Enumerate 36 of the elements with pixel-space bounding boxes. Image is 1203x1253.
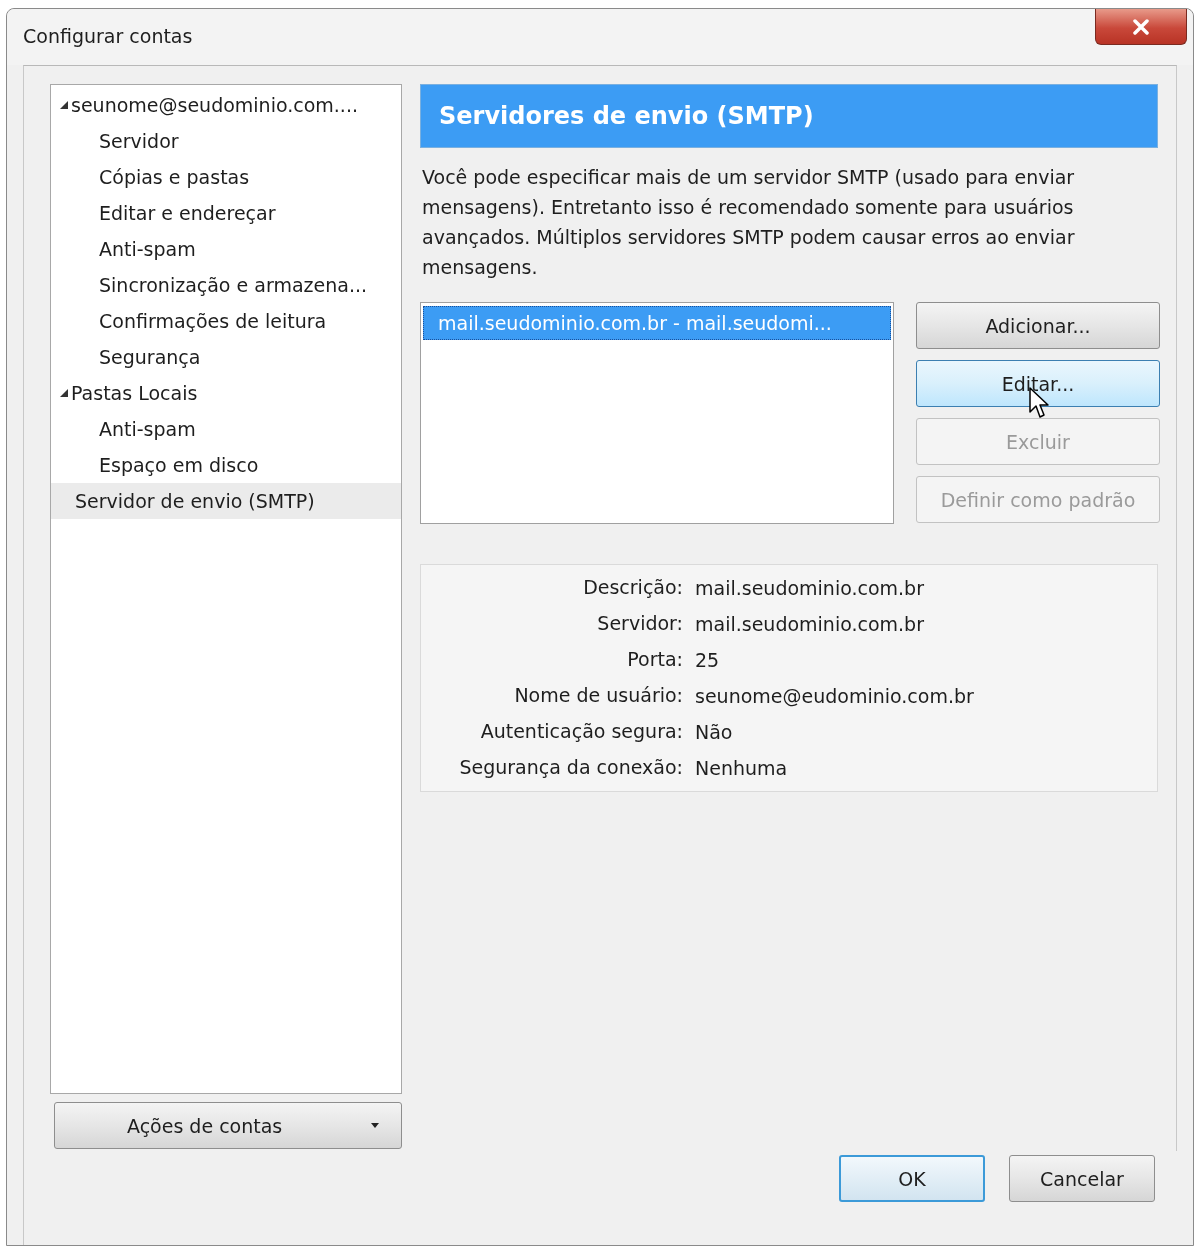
tree-item[interactable]: Editar e endereçar <box>51 195 401 231</box>
dialog-button[interactable]: Cancelar <box>1009 1155 1155 1202</box>
tree-item[interactable]: Espaço em disco <box>51 447 401 483</box>
server-action-button[interactable]: Adicionar... <box>916 302 1160 349</box>
detail-value: mail.seudominio.com.br <box>695 576 925 601</box>
detail-value: seunome@eudominio.com.br <box>695 684 975 709</box>
tree-item[interactable]: Confirmações de leitura <box>51 303 401 339</box>
detail-value: Não <box>695 720 734 745</box>
panel-header: Servidores de envio (SMTP) <box>420 84 1158 148</box>
detail-value: mail.seudominio.com.br <box>695 612 925 637</box>
description-text: Você pode especificar mais de um servidor SMTP (usado para enviar mensagens). Entretanto isso é recomendado somente para usuários avançados. Múltiplos servidores SMTP podem causar erros ao enviar mensagens. <box>422 165 1076 280</box>
close-button[interactable] <box>1095 9 1187 45</box>
dialog-button[interactable]: OK <box>839 1155 985 1202</box>
tree-item[interactable]: Servidor <box>51 123 401 159</box>
tree-item[interactable]: Segurança <box>51 339 401 375</box>
tree-item[interactable]: seunome@seudominio.com.... <box>51 87 401 123</box>
tree-item[interactable]: Pastas Locais <box>51 375 401 411</box>
window-title: Configurar contas <box>23 25 193 47</box>
tree-item[interactable]: Cópias e pastas <box>51 159 401 195</box>
expand-icon[interactable] <box>59 100 69 110</box>
close-icon <box>1132 18 1150 35</box>
detail-label: Nome de usuário: <box>513 683 683 708</box>
tree-item[interactable]: Anti-spam <box>51 231 401 267</box>
detail-value: 25 <box>695 648 721 673</box>
account-actions-button[interactable]: Ações de contas <box>54 1102 402 1149</box>
detail-label: Descrição: <box>582 575 683 600</box>
detail-label: Segurança da conexão: <box>458 755 683 780</box>
detail-label: Porta: <box>626 647 683 672</box>
tree-item[interactable]: Sincronização e armazena... <box>51 267 401 303</box>
dropdown-arrow-icon <box>371 1123 379 1128</box>
detail-label: Autenticação segura: <box>479 719 683 744</box>
detail-value: Nenhuma <box>695 756 789 781</box>
expand-icon[interactable] <box>59 388 69 398</box>
tree-item[interactable]: Servidor de envio (SMTP) <box>51 483 401 519</box>
tree-item[interactable]: Anti-spam <box>51 411 401 447</box>
detail-label: Servidor: <box>596 611 683 636</box>
